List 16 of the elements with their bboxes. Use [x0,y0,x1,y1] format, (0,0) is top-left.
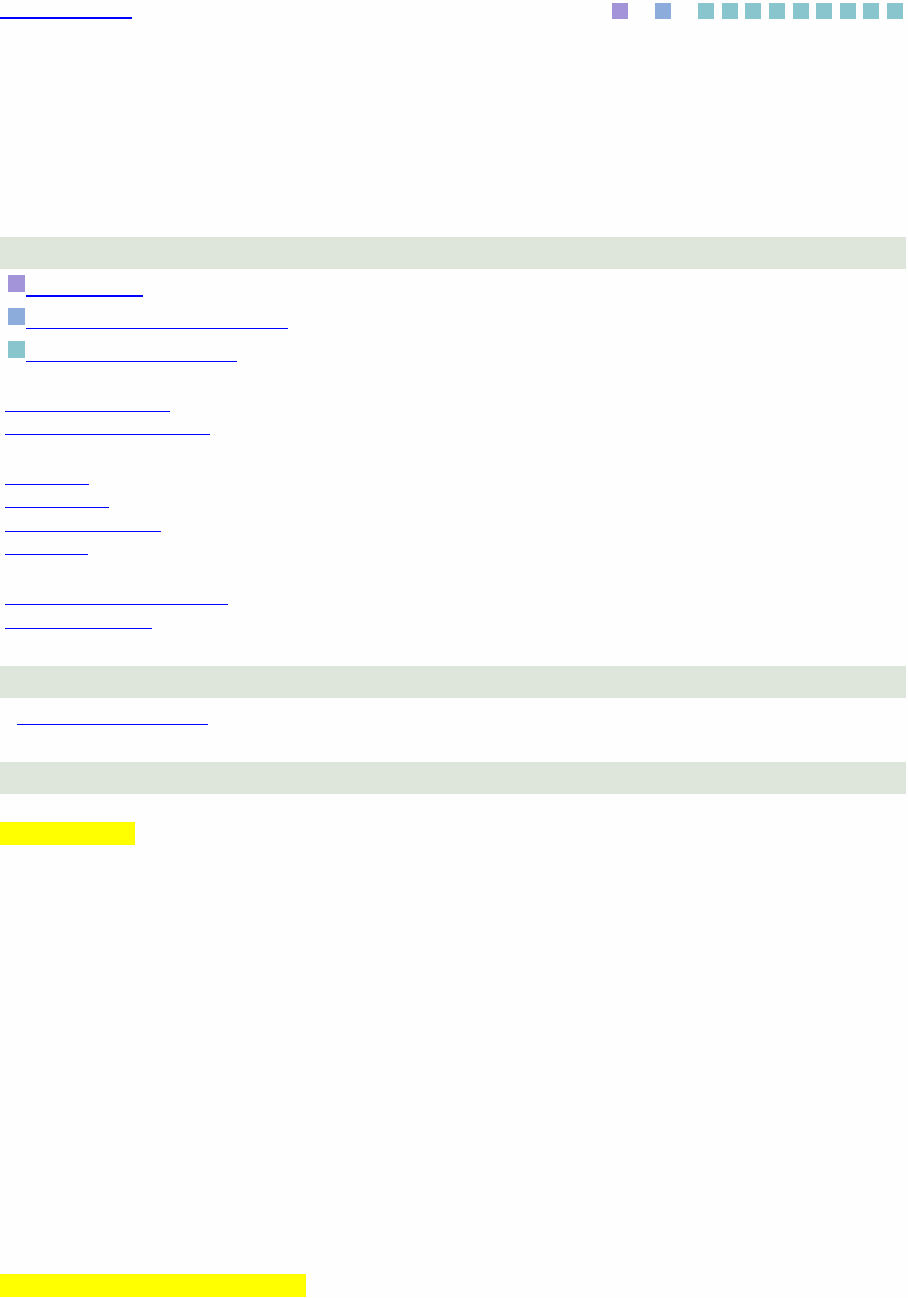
nav-square-icon[interactable] [792,3,809,19]
nav-square-icon[interactable] [721,3,738,19]
nav-square-icon[interactable] [698,3,715,19]
link-underline[interactable] [17,723,208,725]
link-underline[interactable] [5,627,152,629]
link-underline[interactable] [5,507,109,509]
nav-square-icon[interactable] [612,3,629,19]
nav-square-icon[interactable] [745,3,762,19]
nav-square-icon[interactable] [655,3,672,19]
nav-square-icon[interactable] [769,3,786,19]
link-underline[interactable] [5,530,161,532]
link-underline[interactable] [5,553,88,555]
nav-square-icon[interactable] [863,3,880,19]
nav-square-icon[interactable] [839,3,856,19]
link-underline[interactable] [5,603,228,605]
nav-square-icon[interactable] [816,3,833,19]
